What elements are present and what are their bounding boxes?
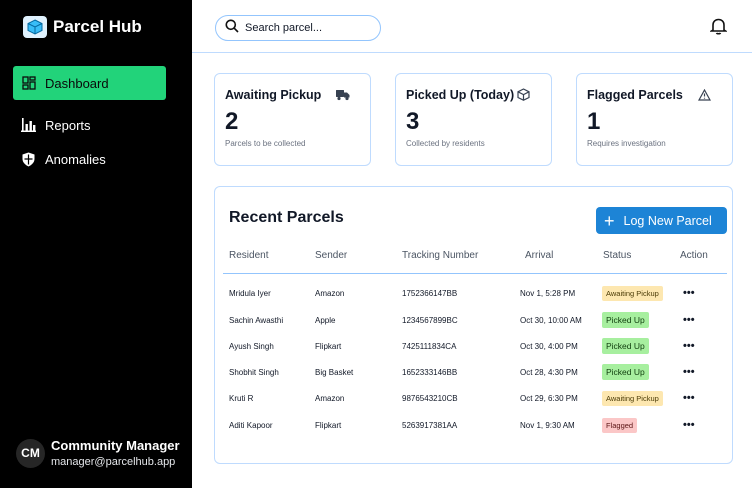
app-name: Parcel Hub xyxy=(53,17,142,36)
stat-subtitle: Collected by residents xyxy=(406,139,485,148)
cell-status: Picked Up xyxy=(602,359,649,385)
brand[interactable]: Parcel Hub xyxy=(23,16,142,38)
cell-status: Awaiting Pickup xyxy=(602,280,663,306)
status-badge: Picked Up xyxy=(602,338,649,354)
column-header-tracking: Tracking Number xyxy=(402,250,479,261)
box-icon xyxy=(517,88,531,102)
search-box[interactable] xyxy=(215,15,381,41)
user-email: manager@parcelhub.app xyxy=(51,456,176,468)
sidebar-nav: Dashboard Reports Anomalies xyxy=(13,66,166,176)
stat-subtitle: Requires investigation xyxy=(587,139,666,148)
cell-resident: Kruti R xyxy=(229,393,254,403)
cell-resident: Shobhit Singh xyxy=(229,367,279,377)
cell-arrival: Nov 1, 9:30 AM xyxy=(520,420,575,430)
cell-sender: Flipkart xyxy=(315,341,342,351)
column-header-status: Status xyxy=(603,250,632,261)
avatar: CM xyxy=(16,438,45,468)
parcel-logo-icon xyxy=(23,16,47,38)
search-icon xyxy=(225,19,239,38)
stat-value: 2 xyxy=(225,108,239,135)
cell-status: Awaiting Pickup xyxy=(602,385,663,411)
shield-icon xyxy=(21,152,36,167)
table-row[interactable]: Ayush Singh Flipkart 7425111834CA Oct 30, 4… xyxy=(223,333,727,359)
table-row[interactable]: Kruti R Amazon 9876543210CB Oct 29, 6:30 PM… xyxy=(223,385,727,411)
stat-card-picked-up: Picked Up (Today) 3 Collected by residen… xyxy=(395,73,552,166)
search-input[interactable] xyxy=(245,22,365,34)
plus-icon: + xyxy=(604,210,615,231)
cell-arrival: Oct 29, 6:30 PM xyxy=(520,393,578,403)
table-row[interactable]: Aditi Kapoor Flipkart 5263917381AA Nov 1, 9… xyxy=(223,412,727,438)
warning-icon xyxy=(697,88,712,102)
more-actions-icon[interactable]: ••• xyxy=(683,385,695,411)
stat-title: Awaiting Pickup xyxy=(225,88,322,102)
sidebar: Parcel Hub Dashboard Reports Anomalies C… xyxy=(0,0,192,488)
cell-tracking-number: 5263917381AA xyxy=(402,420,458,430)
bell-icon[interactable] xyxy=(708,17,729,35)
cell-tracking-number: 1652333146BB xyxy=(402,367,458,377)
status-badge: Awaiting Pickup xyxy=(602,390,663,406)
stat-card-flagged: Flagged Parcels 1 Requires investigation xyxy=(576,73,733,166)
cell-sender: Apple xyxy=(315,315,336,325)
more-actions-icon[interactable]: ••• xyxy=(683,333,695,359)
column-header-resident: Resident xyxy=(229,250,269,261)
cell-tracking-number: 9876543210CB xyxy=(402,393,458,403)
stat-value: 3 xyxy=(406,108,420,135)
status-badge: Picked Up xyxy=(602,364,649,380)
cell-resident: Mridula Iyer xyxy=(229,288,271,298)
status-badge: Picked Up xyxy=(602,312,649,328)
log-new-parcel-button[interactable]: + Log New Parcel xyxy=(596,207,727,234)
cell-arrival: Nov 1, 5:28 PM xyxy=(520,288,576,298)
more-actions-icon[interactable]: ••• xyxy=(683,359,695,385)
sidebar-item-anomalies[interactable]: Anomalies xyxy=(13,142,166,176)
bar-chart-icon xyxy=(21,118,36,133)
cell-arrival: Oct 30, 4:00 PM xyxy=(520,341,578,351)
status-badge: Flagged xyxy=(602,417,638,433)
sidebar-item-dashboard[interactable]: Dashboard xyxy=(13,66,166,100)
user-name: Community Manager xyxy=(51,438,180,453)
stat-title: Flagged Parcels xyxy=(587,88,683,102)
cell-sender: Amazon xyxy=(315,393,345,403)
more-actions-icon[interactable]: ••• xyxy=(683,412,695,438)
stat-title: Picked Up (Today) xyxy=(406,88,515,102)
cell-status: Flagged xyxy=(602,412,638,438)
table-row[interactable]: Sachin Awasthi Apple 1234567899BC Oct 30, 1… xyxy=(223,307,727,333)
button-label: Log New Parcel xyxy=(623,213,712,228)
cell-resident: Ayush Singh xyxy=(229,341,274,351)
column-header-arrival: Arrival xyxy=(525,250,554,261)
user-profile[interactable]: CM Community Manager manager@parcelhub.a… xyxy=(16,438,180,468)
cell-resident: Sachin Awasthi xyxy=(229,315,284,325)
cell-resident: Aditi Kapoor xyxy=(229,420,273,430)
status-badge: Awaiting Pickup xyxy=(602,285,663,301)
top-header xyxy=(192,0,752,53)
stat-value: 1 xyxy=(587,108,601,135)
cell-sender: Amazon xyxy=(315,288,345,298)
cell-sender: Flipkart xyxy=(315,420,342,430)
table-row[interactable]: Mridula Iyer Amazon 1752366147BB Nov 1, 5:2… xyxy=(223,280,727,306)
truck-icon xyxy=(336,88,350,102)
cell-tracking-number: 7425111834CA xyxy=(402,341,457,351)
panel-title: Recent Parcels xyxy=(229,209,344,226)
column-header-sender: Sender xyxy=(315,250,348,261)
stat-card-awaiting: Awaiting Pickup 2 Parcels to be collecte… xyxy=(214,73,371,166)
cell-arrival: Oct 30, 10:00 AM xyxy=(520,315,582,325)
sidebar-item-reports[interactable]: Reports xyxy=(13,108,166,142)
cell-tracking-number: 1234567899BC xyxy=(402,315,458,325)
table-row[interactable]: Shobhit Singh Big Basket 1652333146BB Oct 2… xyxy=(223,359,727,385)
cell-status: Picked Up xyxy=(602,333,649,359)
recent-parcels-panel: Recent Parcels + Log New Parcel Resident… xyxy=(214,186,733,464)
sidebar-item-label: Reports xyxy=(45,117,91,133)
sidebar-item-label: Dashboard xyxy=(45,75,109,91)
more-actions-icon[interactable]: ••• xyxy=(683,307,695,333)
more-actions-icon[interactable]: ••• xyxy=(683,280,695,306)
cell-status: Picked Up xyxy=(602,307,649,333)
cell-tracking-number: 1752366147BB xyxy=(402,288,458,298)
cell-arrival: Oct 28, 4:30 PM xyxy=(520,367,578,377)
sidebar-item-label: Anomalies xyxy=(45,151,106,167)
stat-subtitle: Parcels to be collected xyxy=(225,139,306,148)
column-header-action: Action xyxy=(680,250,708,261)
cell-sender: Big Basket xyxy=(315,367,354,377)
table-header: Resident Sender Tracking Number Arrival … xyxy=(223,245,727,274)
grid-icon xyxy=(21,76,36,91)
